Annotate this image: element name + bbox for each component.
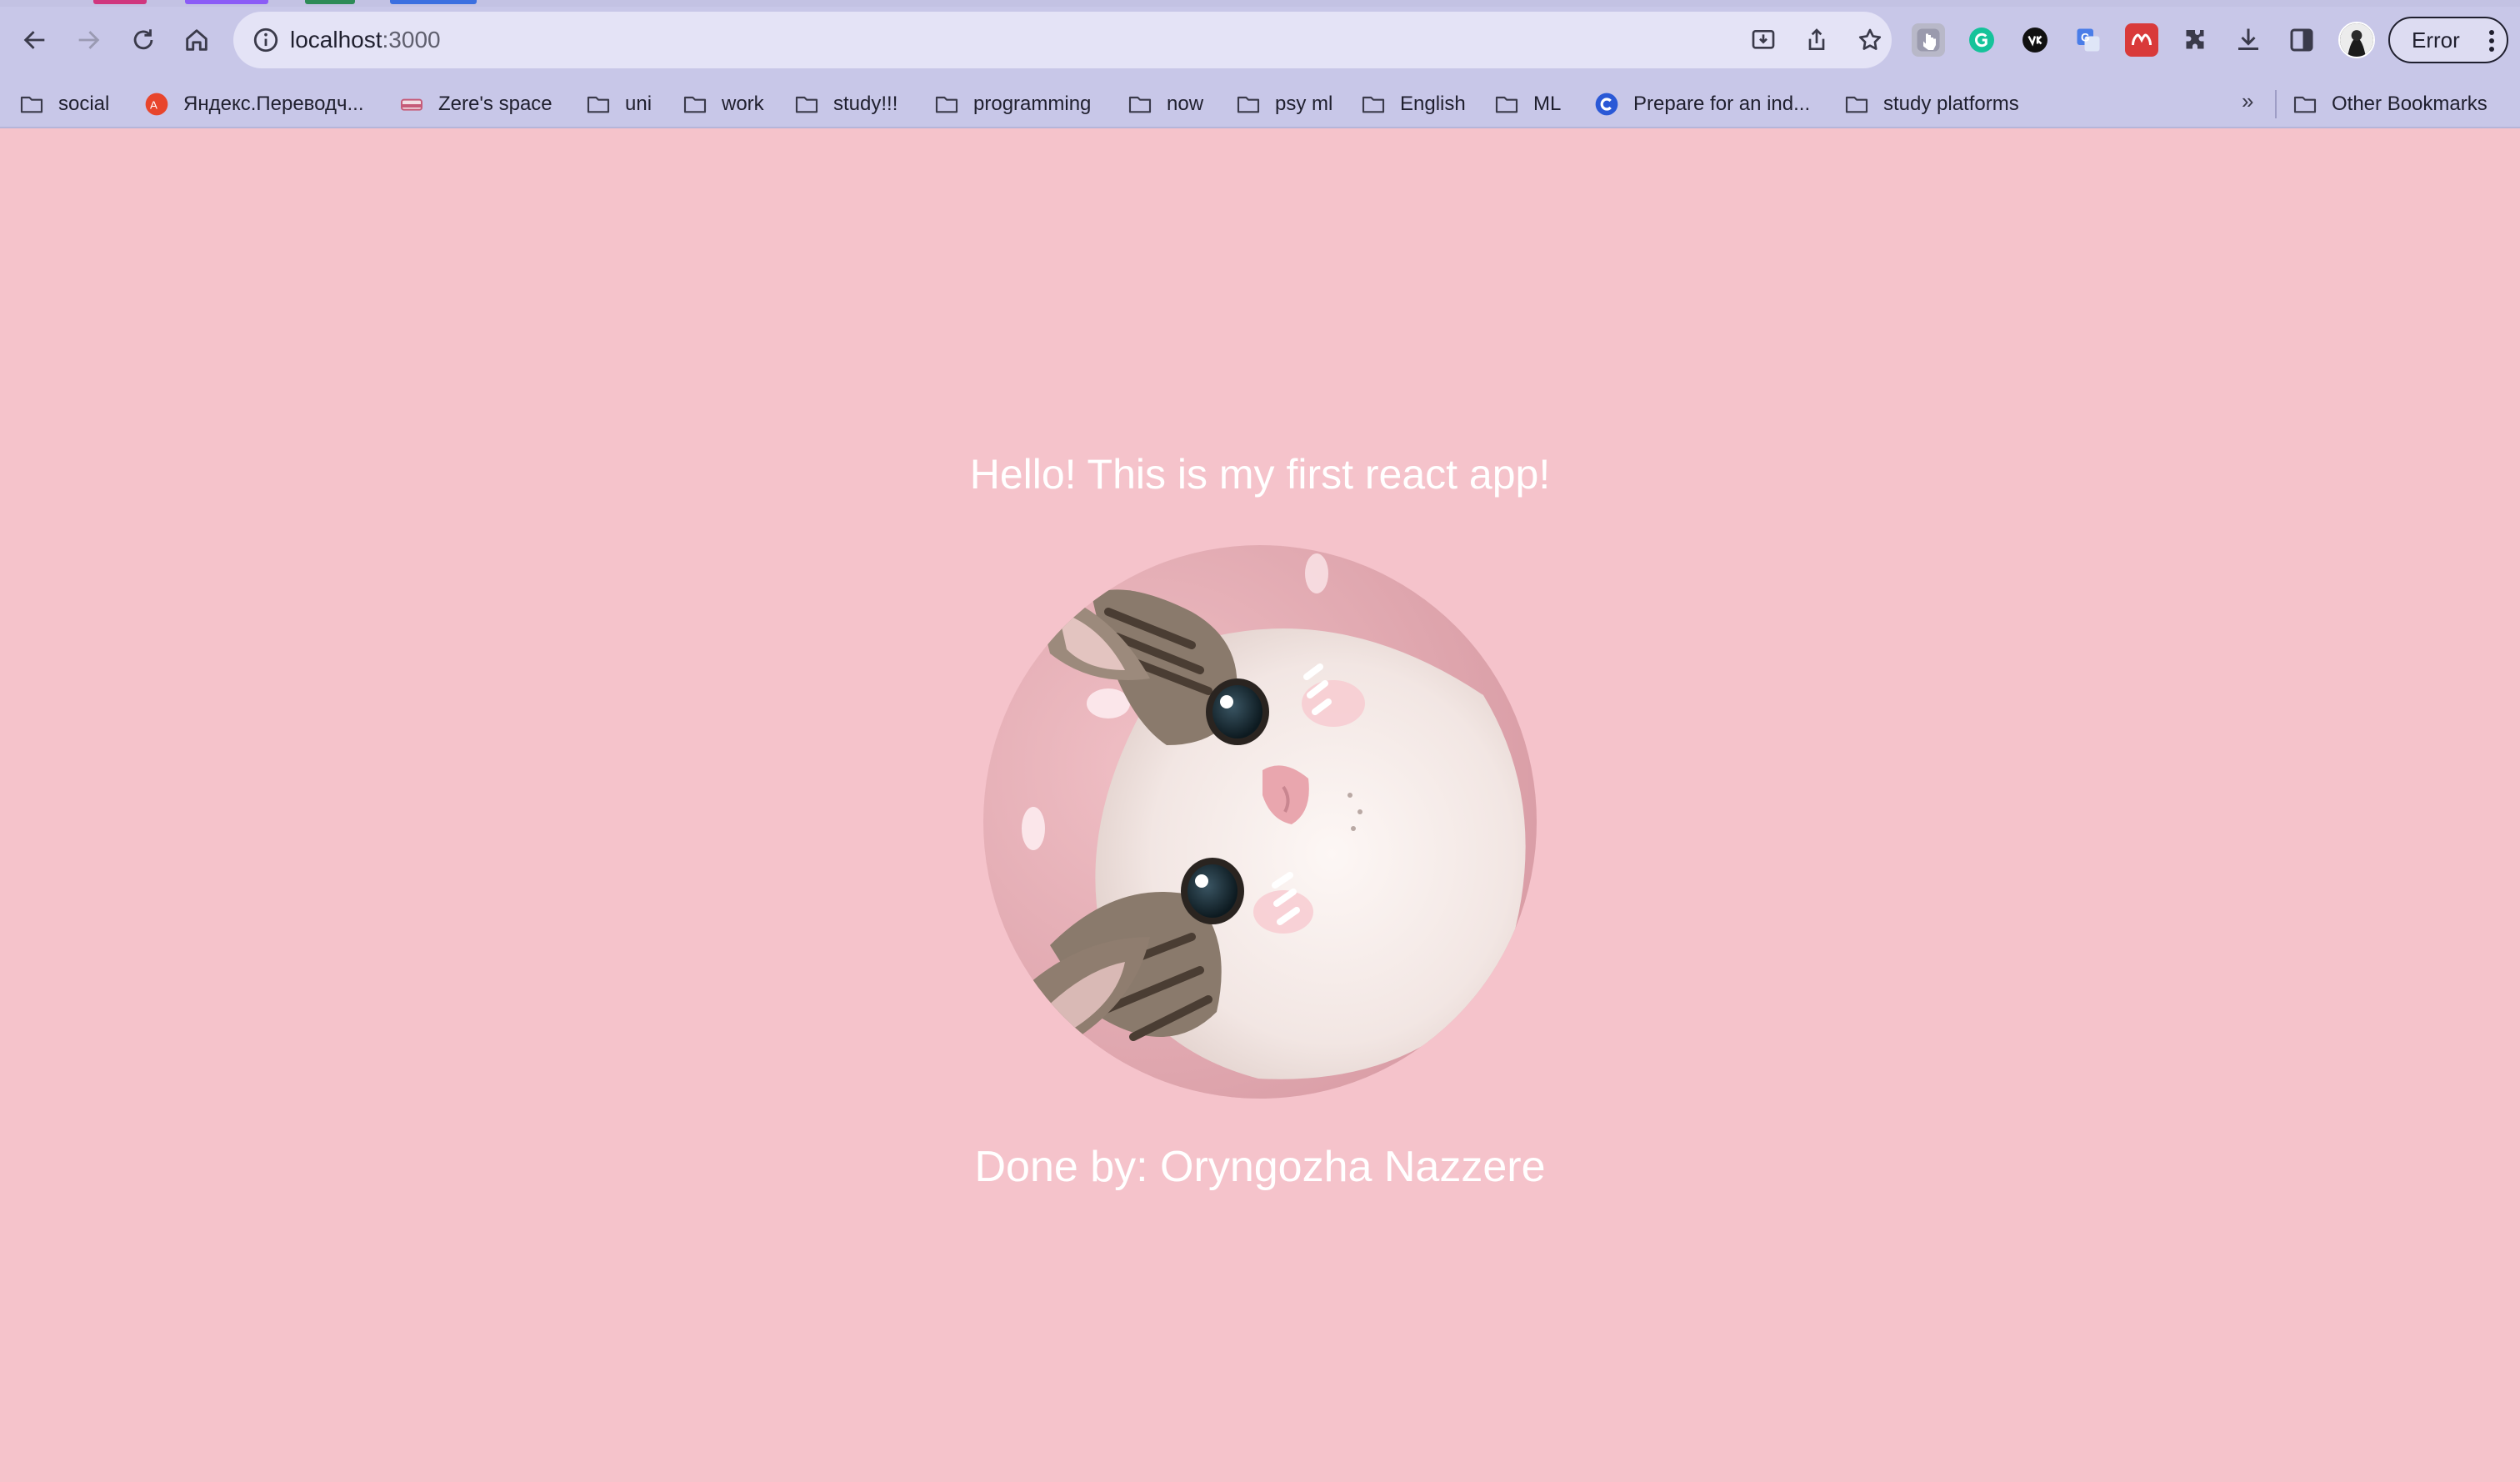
bookmark-item[interactable]: study platforms [1843,80,2019,128]
folder-icon [1843,91,1870,118]
url-text[interactable]: localhost:3000 [290,12,441,68]
google-translate-icon[interactable]: G [2072,23,2105,57]
reload-icon [133,29,153,50]
profile-avatar[interactable] [2338,22,2375,58]
folder-icon [1127,91,1153,118]
star-icon [1858,28,1882,50]
profile-picture-icon [2340,23,2373,57]
bookmark-label: work [722,93,764,115]
install-app-button[interactable] [1747,23,1780,57]
bookmark-item[interactable]: study!!! [793,80,898,128]
bookmark-item[interactable]: psy ml [1235,80,1332,128]
folder-icon [18,91,45,118]
translate-logo-icon: G [2077,28,2100,52]
url-port: :3000 [382,27,441,53]
site-info-icon[interactable] [252,26,280,54]
side-panel-icon [2290,28,2313,52]
share-icon [1808,28,1825,50]
extensions-button[interactable] [2178,23,2212,57]
grammarly-logo-icon [1969,28,1994,53]
bookmark-star-button[interactable] [1853,23,1887,57]
puzzle-icon [2186,30,2204,49]
grammarly-icon[interactable] [1965,23,1998,57]
coursera-icon [1593,91,1620,118]
bookmark-label: ML [1533,93,1562,115]
folder-icon [1235,91,1262,118]
bookmark-item[interactable]: now [1127,80,1203,128]
share-button[interactable] [1800,23,1833,57]
bookmarks-bar: social A Яндекс.Переводч... Zere's space uni… [0,80,2520,128]
vk-extension-icon[interactable] [2018,23,2052,57]
tab-indicator [185,0,268,4]
page-viewport: Hello! This is my first react app! Done … [0,130,2520,1482]
hand-cursor-icon [1917,28,1940,52]
bookmark-label: study platforms [1883,93,2019,115]
mendeley-logo-icon [2132,33,2152,46]
cat-illustration [983,545,1537,1099]
bookmark-label: Zere's space [438,93,552,115]
tab-indicator [305,0,355,4]
bookmarks-divider [2275,90,2277,118]
yandex-translate-icon: A [143,91,170,118]
download-icon [2238,28,2258,50]
greeting-heading: Hello! This is my first react app! [969,451,1551,498]
side-panel-button[interactable] [2285,23,2318,57]
bookmark-item[interactable]: programming [933,80,1091,128]
bookmark-label: now [1167,93,1204,115]
error-label: Error [2412,27,2460,53]
folder-icon [933,91,960,118]
bookmark-label: social [58,93,110,115]
bookmark-label: English [1400,93,1466,115]
profile-error-button[interactable]: Error [2388,17,2508,63]
bookmark-label: Prepare for an ind... [1633,93,1811,115]
more-bookmarks-chevron[interactable]: » [2242,88,2253,114]
bookmark-label: uni [625,93,652,115]
tab-indicator [93,0,147,4]
bookmark-item[interactable]: Prepare for an ind... [1593,80,1810,128]
kebab-menu-icon [2489,30,2494,52]
bookmark-label: programming [973,93,1092,115]
bookmark-item[interactable]: uni [585,80,652,128]
vk-logo-icon [2022,28,2048,53]
address-bar[interactable]: localhost:3000 [233,12,1892,68]
arrow-left-icon [23,31,45,49]
bookmark-item[interactable]: English [1360,80,1466,128]
folder-icon [2292,91,2318,118]
tab-strip [0,0,2520,7]
url-host: localhost [290,27,382,53]
notion-space-icon [398,91,425,118]
extension-cursor-icon[interactable] [1912,23,1945,57]
folder-icon [585,91,612,118]
forward-button[interactable] [67,18,110,62]
bookmark-label: Яндекс.Переводч... [183,93,364,115]
tab-indicator [390,0,477,4]
folder-icon [1493,91,1520,118]
downloads-button[interactable] [2232,23,2265,57]
bookmark-label: psy ml [1275,93,1333,115]
install-icon [1752,29,1775,49]
browser-toolbar: localhost:3000 G Error [0,0,2520,80]
home-icon [186,29,208,51]
other-bookmarks-folder[interactable]: Other Bookmarks [2292,80,2488,128]
cat-photo [983,545,1537,1099]
reload-button[interactable] [122,18,165,62]
folder-icon [793,91,820,118]
author-credit: Done by: Oryngozha Nazzere [974,1143,1546,1191]
bookmark-item[interactable]: work [682,80,764,128]
home-button[interactable] [175,18,218,62]
mendeley-extension-icon[interactable] [2125,23,2158,57]
folder-icon [1360,91,1387,118]
bookmark-item[interactable]: social [18,80,109,128]
bookmark-item[interactable]: ML [1493,80,1561,128]
bookmark-label: study!!! [833,93,898,115]
other-bookmarks-label: Other Bookmarks [2332,93,2488,115]
bookmark-item[interactable]: A Яндекс.Переводч... [143,80,363,128]
back-button[interactable] [13,18,57,62]
folder-icon [682,91,708,118]
svg-text:A: A [150,98,158,111]
bookmark-item[interactable]: Zere's space [398,80,552,128]
arrow-right-icon [78,31,100,49]
svg-text:G: G [2081,32,2090,44]
